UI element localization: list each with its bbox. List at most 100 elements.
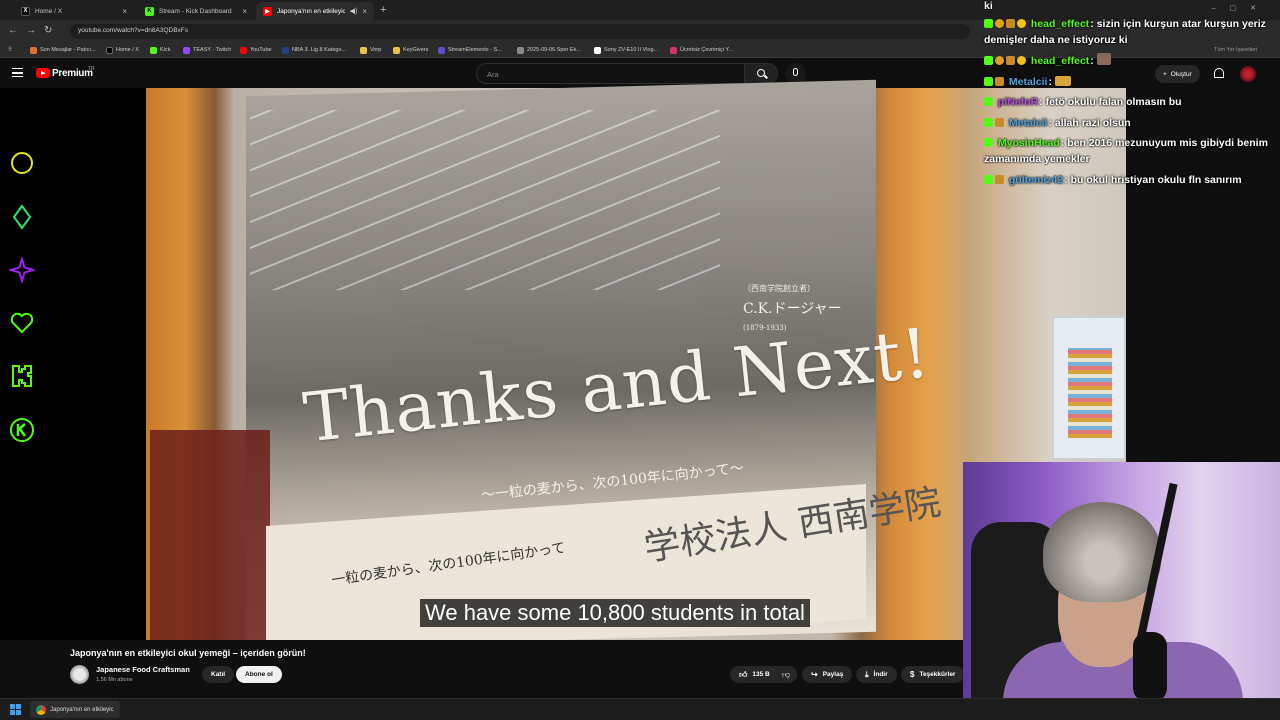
chat-message: Metalcii: (984, 74, 1278, 90)
stream-chat-overlay: ki head_effect: sizin için kurşun atar k… (976, 0, 1280, 195)
founder-name: C.K.ドージャー (743, 301, 842, 317)
subscribe-button[interactable]: Abone ol (236, 666, 282, 683)
reload-icon[interactable]: ↻ (44, 25, 52, 36)
new-tab-button[interactable]: + (380, 4, 386, 16)
video-info: Japonya'nın en etkileyici okul yemeği – … (0, 640, 965, 700)
gift-badge-icon (995, 56, 1004, 65)
thumbs-up-icon: 👍︎ (739, 669, 748, 679)
chat-message: head_effect: (984, 53, 1278, 69)
chat-message: MyosinHead: ben 2016 mezunuyum mis gibiy… (984, 137, 1268, 165)
bookmark-item[interactable]: StreamElements - S... (438, 44, 502, 56)
search-button[interactable] (744, 63, 778, 84)
moderator-badge-icon (1006, 56, 1015, 65)
youtube-logo-icon[interactable] (36, 68, 50, 78)
tab-x[interactable]: X Home / X × (14, 2, 134, 20)
windows-taskbar: Japonya'nın en etkileyic (0, 698, 1280, 720)
bookmark-item[interactable]: Sony ZV-E10 II Vlog... (594, 44, 658, 56)
subscriber-count: 1,56 Mn abone (96, 677, 133, 683)
download-button[interactable]: ⤓ İndir (856, 666, 897, 683)
video-title: Japonya'nın en etkileyici okul yemeği – … (70, 648, 306, 658)
bookmark-item[interactable]: 2025-09-06 Spor Ek... (517, 44, 581, 56)
poster-reflection (250, 110, 720, 290)
emote-icon (1096, 53, 1111, 65)
kick-badge-icon (984, 19, 993, 28)
chat-message: gültemiz42: bu okul hristiyan okulu fln … (984, 172, 1278, 188)
apps-icon[interactable]: ⠿ (8, 44, 12, 56)
share-button[interactable]: ↪ Paylaş (802, 666, 853, 683)
poster-frame-shadow (150, 430, 270, 640)
circle-icon (11, 152, 33, 174)
kick-round-icon (10, 418, 34, 442)
subscriber-badge-icon (1017, 19, 1026, 28)
kick-logo-icon (12, 365, 32, 387)
tab-kick-dashboard[interactable]: K Stream - Kick Dashboard × (138, 2, 254, 20)
channel-name[interactable]: Japanese Food Craftsman (96, 665, 190, 674)
join-button[interactable]: Katıl (202, 666, 235, 683)
close-icon[interactable]: × (362, 7, 367, 16)
bookmark-item[interactable]: Son Mesajlar - Patıcı... (30, 44, 96, 56)
channel-avatar[interactable] (70, 665, 89, 684)
back-icon[interactable]: ← (8, 25, 18, 36)
founder-tag: （西南学院創立者） (743, 284, 815, 293)
chrome-icon (36, 704, 46, 715)
like-button[interactable]: 👍︎ 135 B (730, 666, 778, 683)
streamer-hair (1043, 502, 1161, 602)
diamond-icon (12, 204, 32, 230)
region-code: TR (88, 66, 95, 72)
download-icon: ⤓ (865, 669, 869, 679)
hamburger-menu-icon[interactable] (12, 68, 23, 77)
sparkle-icon (9, 257, 35, 283)
bookmark-item[interactable]: Ücretsiz Çevrimiçi Y... (670, 44, 733, 56)
windows-start-icon[interactable] (10, 704, 21, 715)
gift-badge-icon (995, 19, 1004, 28)
kick-badge-icon (984, 97, 993, 106)
tab-youtube-video[interactable]: ▶ Japonya'nın en etkileyici o... ◀) × (256, 2, 374, 20)
microphone-icon (793, 68, 798, 76)
webcam-overlay (963, 462, 1280, 720)
microphone (1133, 632, 1167, 702)
url-input[interactable]: youtube.com/watch?v=dn8A3QDBxFs (70, 24, 970, 39)
chat-message: ki (984, 0, 993, 12)
forward-icon[interactable]: → (26, 25, 36, 36)
moderator-badge-icon (995, 118, 1004, 127)
dislike-button[interactable]: 👎︎ (775, 666, 797, 683)
tab-label: Stream - Kick Dashboard (159, 7, 232, 15)
kick-badge-icon (984, 56, 993, 65)
kick-badge-icon (984, 77, 993, 86)
bookmark-item[interactable]: TEASY - Twitch (183, 44, 231, 56)
bookmark-item[interactable]: KeyGivers (393, 44, 428, 56)
moderator-badge-icon (995, 77, 1004, 86)
kick-icon: K (145, 6, 154, 16)
moderator-badge-icon (1006, 19, 1015, 28)
close-icon[interactable]: × (242, 7, 247, 16)
kick-badge-icon (984, 118, 993, 127)
emote-icon (1054, 76, 1071, 86)
thanks-button[interactable]: $ Teşekkürler (901, 666, 965, 683)
chat-message: Metalcii: allah razi olsun (984, 115, 1278, 131)
youtube-premium-label[interactable]: Premium (52, 68, 93, 79)
speaker-icon[interactable]: ◀) (350, 7, 358, 15)
youtube-icon: ▶ (263, 6, 272, 16)
search-icon (757, 69, 765, 77)
heart-icon (10, 312, 34, 334)
subscriber-badge-icon (1017, 56, 1026, 65)
share-icon: ↪ (811, 670, 818, 679)
chat-message: piNefoR: fetö okulu falan olmasın bu (984, 94, 1278, 110)
moderator-badge-icon (995, 175, 1004, 184)
close-icon[interactable]: × (122, 7, 127, 16)
bookmark-item[interactable]: NBA 3. Lig 8 Katego... (282, 44, 346, 56)
taskbar-chrome-item[interactable]: Japonya'nın en etkileyic (30, 701, 120, 718)
tab-label: Home / X (35, 7, 63, 15)
kick-badge-icon (984, 138, 993, 147)
kick-badge-icon (984, 175, 993, 184)
bookmark-item[interactable]: Kick (150, 44, 170, 56)
search-input[interactable]: Ara (476, 63, 744, 84)
classroom-board (1052, 316, 1126, 460)
bookmark-item[interactable]: YouTube (240, 44, 272, 56)
thanks-icon: $ (910, 670, 915, 679)
bookmark-item[interactable]: Vorp (360, 44, 381, 56)
tab-label: Japonya'nın en etkileyici o... (277, 7, 345, 15)
chat-message: head_effect: sizin için kurşun atar kurş… (984, 18, 1266, 46)
video-caption: We have some 10,800 students in total (420, 599, 810, 627)
bookmark-item[interactable]: Home / X (106, 44, 139, 56)
